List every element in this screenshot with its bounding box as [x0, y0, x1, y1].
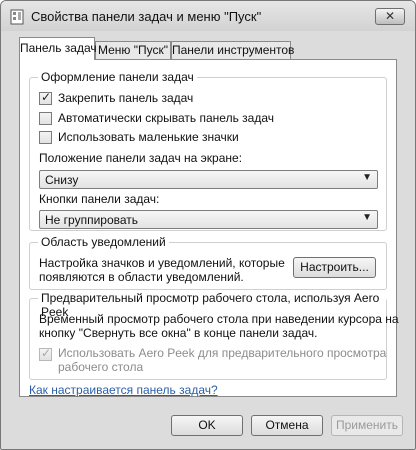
aero-peek-group: Предварительный просмотр рабочего стола,… — [29, 291, 399, 380]
small-icons-checkbox[interactable] — [39, 131, 52, 144]
position-label: Положение панели задач на экране: — [39, 151, 243, 165]
aero-peek-text-line1: Временный просмотр рабочего стола при на… — [39, 312, 399, 326]
tab-taskbar[interactable]: Панель задач — [19, 37, 97, 60]
appearance-group: Оформление панели задач ✓ Закрепить пане… — [29, 70, 387, 231]
small-icons-label: Использовать маленькие значки — [58, 130, 239, 144]
close-icon: ✕ — [384, 9, 396, 23]
tab-panel: Оформление панели задач ✓ Закрепить пане… — [19, 59, 399, 397]
customize-button[interactable]: Настроить... — [293, 257, 376, 278]
notification-area-group: Область уведомлений Настройка значков и … — [29, 235, 387, 290]
taskbar-buttons-label: Кнопки панели задач: — [39, 192, 160, 206]
title-bar[interactable]: Свойства панели задач и меню "Пуск" ✕ — [1, 1, 415, 31]
aero-peek-text-line2: кнопку "Свернуть все окна" в конце панел… — [39, 326, 318, 340]
help-link[interactable]: Как настраивается панель задач? — [29, 383, 218, 397]
notification-text-line1: Настройка значков и уведомлений, которые — [39, 256, 285, 270]
auto-hide-label: Автоматически скрывать панель задач — [58, 111, 275, 125]
lock-taskbar-checkbox[interactable]: ✓ — [39, 90, 52, 105]
aero-peek-checkbox[interactable]: ✓ — [39, 346, 52, 361]
aero-peek-checkbox-label-line2: рабочего стола — [58, 360, 144, 374]
dropdown-arrow-icon: ▼ — [362, 172, 372, 183]
tab-toolbars[interactable]: Панели инструментов — [171, 41, 294, 59]
dialog-window: Свойства панели задач и меню "Пуск" ✕ Па… — [0, 0, 416, 450]
window-title: Свойства панели задач и меню "Пуск" — [31, 9, 262, 24]
dropdown-arrow-icon: ▼ — [362, 212, 372, 223]
taskbar-buttons-select[interactable]: Не группировать ▼ — [39, 210, 378, 229]
ok-button[interactable]: OK — [171, 415, 243, 436]
taskbar-position-value: Снизу — [45, 173, 79, 187]
check-icon: ✓ — [41, 90, 52, 104]
taskbar-buttons-value: Не группировать — [45, 213, 139, 227]
apply-button[interactable]: Применить — [331, 415, 403, 436]
aero-peek-checkbox-label-line1: Использовать Aero Peek для предварительн… — [58, 346, 387, 360]
tab-start-menu[interactable]: Меню "Пуск" — [95, 41, 171, 59]
cancel-button[interactable]: Отмена — [251, 415, 323, 436]
check-icon: ✓ — [41, 346, 52, 360]
appearance-group-title: Оформление панели задач — [38, 70, 197, 84]
taskbar-position-select[interactable]: Снизу ▼ — [39, 170, 378, 189]
notification-area-title: Область уведомлений — [38, 235, 169, 249]
auto-hide-checkbox[interactable] — [39, 112, 52, 125]
lock-taskbar-label: Закрепить панель задач — [58, 91, 194, 105]
notification-text-line2: появляются в области уведомлений. — [39, 270, 244, 284]
taskbar-properties-icon — [10, 9, 24, 25]
close-button[interactable]: ✕ — [375, 8, 405, 25]
